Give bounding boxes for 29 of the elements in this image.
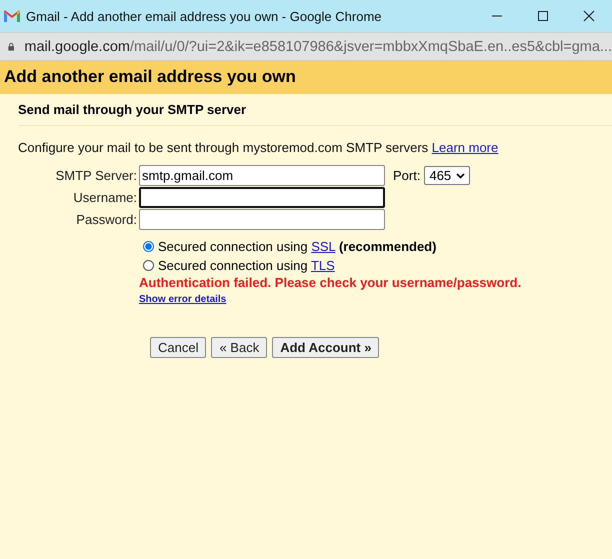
protocol-link[interactable]: TLS — [310, 258, 335, 273]
chevron-down-icon — [456, 172, 466, 178]
input-field[interactable] — [139, 187, 385, 208]
section-heading: Send mail through your SMTP server — [18, 94, 612, 126]
field-label: SMTP Server: — [54, 168, 138, 183]
intro-text: Configure your mail to be sent through mystoremod.com SMTP servers Learn more — [18, 140, 500, 155]
protocol-link[interactable]: SSL — [311, 239, 336, 254]
input-field[interactable]: smtp.gmail.com — [139, 165, 385, 186]
error-message: Authentication failed. Please check your username/password. — [139, 275, 522, 290]
field-label: Password: — [75, 212, 138, 227]
port-label: Port: — [393, 168, 420, 183]
form-button[interactable]: « Back — [211, 337, 268, 358]
radio-label: Secured connection using SSL (recommended) — [158, 239, 436, 254]
radio-label: Secured connection using TLS — [158, 258, 335, 273]
page-heading: Add another email address you own — [0, 61, 612, 94]
lock-icon — [8, 40, 14, 53]
error-details-link[interactable]: Show error details — [139, 294, 226, 305]
radio-button[interactable] — [143, 260, 154, 271]
window-title: Gmail - Add another email address you own - Google Chrome — [26, 8, 383, 24]
form-button[interactable]: Cancel — [150, 337, 206, 358]
add-account-button[interactable]: Add Account » — [272, 337, 380, 358]
close-icon[interactable] — [583, 10, 595, 22]
port-dropdown[interactable]: 465 — [424, 166, 470, 185]
field-label: Username: — [72, 190, 138, 205]
gmail-logo-icon — [4, 10, 20, 22]
input-field[interactable] — [139, 209, 385, 230]
maximize-icon[interactable] — [537, 10, 549, 22]
learn-more-link[interactable]: Learn more — [432, 140, 498, 155]
radio-button[interactable] — [143, 241, 154, 252]
